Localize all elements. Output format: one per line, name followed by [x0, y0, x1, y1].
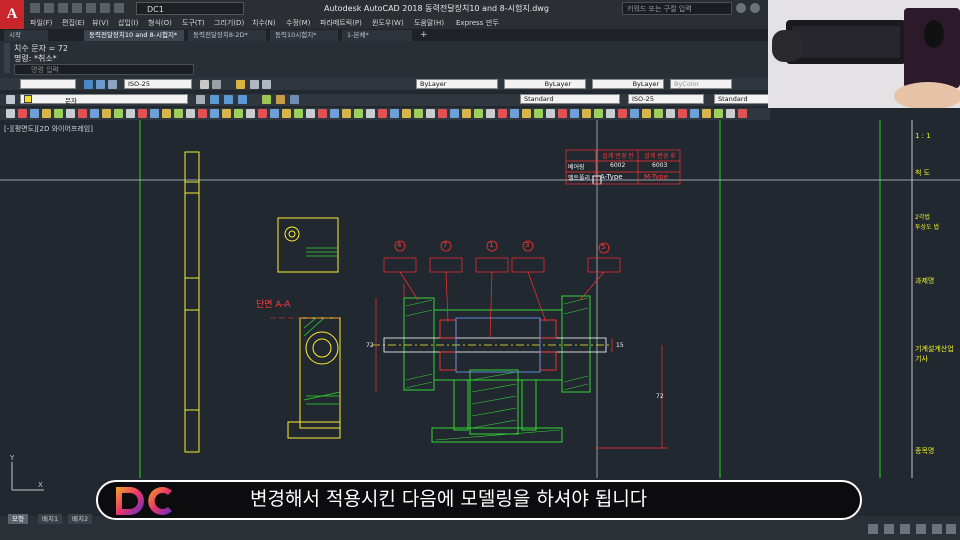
- balloon-7: 7: [443, 241, 448, 249]
- tolerance-boxes: [383, 257, 621, 273]
- table-row-bearing-after: 6003: [652, 162, 668, 169]
- table-header-after: 설계 변경 후: [644, 153, 676, 160]
- table-row-pulley-before: A-Type: [600, 173, 623, 181]
- mouse: [924, 20, 944, 48]
- bracket-hatch: [303, 247, 341, 405]
- annotation-icon[interactable]: [884, 524, 894, 534]
- dimension-72-right: 72: [656, 393, 664, 400]
- balloon-circles: [394, 240, 610, 254]
- section-label: 단면 A-A: [256, 300, 291, 310]
- tab-layout2[interactable]: 배치2: [68, 514, 93, 524]
- assembly-hatch: [405, 297, 589, 441]
- title-block-projection: 2각법: [915, 214, 930, 221]
- fullscreen-icon[interactable]: [932, 524, 942, 534]
- table-row-bearing-before: 6002: [610, 162, 626, 169]
- ucs-x-label: X: [38, 481, 43, 489]
- dimension-15: 15: [616, 342, 624, 349]
- balloon-5: 5: [601, 243, 606, 251]
- isolate-icon[interactable]: [916, 524, 926, 534]
- left-title-strip: [184, 151, 200, 453]
- balloon-3: 3: [525, 241, 530, 249]
- title-block-projection-label: 투상도 법: [915, 224, 939, 231]
- table-row-bearing-label: 베어링: [568, 164, 585, 171]
- ucs-y-label: Y: [9, 454, 15, 462]
- title-block-category: 종목명: [915, 447, 935, 455]
- settings-icon[interactable]: [868, 524, 878, 534]
- title-block-scale: 1 : 1: [915, 132, 931, 140]
- table-row-pulley-label: 벨트풀리: [568, 175, 591, 182]
- balloon-1: 1: [489, 241, 494, 249]
- dimension-72-left: 72: [366, 342, 374, 349]
- title-block-scale-label: 척 도: [915, 169, 931, 177]
- tab-layout1[interactable]: 배치1: [38, 514, 63, 524]
- balloon-4: 4: [397, 241, 402, 249]
- mousepad: [904, 8, 960, 88]
- tab-model[interactable]: 모형: [8, 514, 28, 524]
- title-block-project-name: 기계설계산업기사: [915, 345, 954, 363]
- table-row-pulley-after: M-Type: [644, 173, 669, 181]
- dc-logo: [116, 487, 172, 515]
- leader-lines: [399, 271, 605, 339]
- workspace-icon[interactable]: [900, 524, 910, 534]
- customize-icon[interactable]: [946, 524, 956, 534]
- controller: [772, 30, 802, 62]
- title-block-project-label: 과제명: [915, 277, 935, 285]
- webcam-scene: [768, 0, 960, 108]
- table-header-before: 설계 변경 전: [602, 153, 634, 160]
- bracket-part: [277, 217, 341, 439]
- subtitle-text: 변경해서 적용시킨 다음에 모델링을 하셔야 됩니다: [250, 488, 648, 510]
